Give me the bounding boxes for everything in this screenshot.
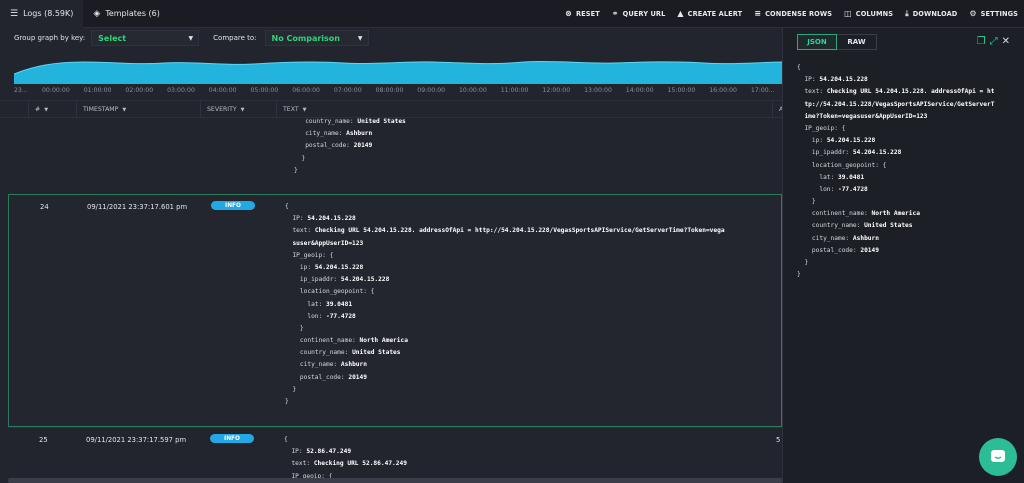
group-by-select[interactable]: Select ▼ xyxy=(91,30,200,46)
time-axis-tick-label: 15:00:00 xyxy=(667,87,696,94)
horizontal-scrollbar[interactable] xyxy=(8,478,782,483)
download-icon: ⤓ xyxy=(905,8,909,18)
time-axis-tick-label: 11:00:00 xyxy=(500,87,529,94)
sort-icon: ▼ xyxy=(122,106,127,113)
gear-icon: ⚙ xyxy=(969,9,977,18)
column-header-text[interactable]: TEXT ▼ xyxy=(276,101,772,118)
chevron-down-icon: ▼ xyxy=(357,34,363,42)
link-icon: ⚭ xyxy=(611,9,619,18)
time-axis-tick-label: 00:00:00 xyxy=(42,87,70,94)
reset-button[interactable]: ⊗ RESET xyxy=(565,9,600,18)
previous-row-tail: country_name: United States city_name: A… xyxy=(294,118,406,174)
sort-icon: ▼ xyxy=(302,106,307,113)
column-header-extra[interactable]: A xyxy=(772,101,783,118)
tab-raw[interactable]: RAW xyxy=(837,34,877,50)
time-axis-tick-label: 16:00:00 xyxy=(709,87,737,94)
time-axis-tick-label: 07:00:00 xyxy=(333,87,362,94)
time-axis-tick-label: 10:00:00 xyxy=(459,87,487,94)
create-alert-button[interactable]: ▲ CREATE ALERT xyxy=(677,9,742,18)
table-header: #▼ TIMESTAMP▼ SEVERITY▼ TEXT▼ A xyxy=(0,100,783,118)
log-table-body: country_name: United States city_name: A… xyxy=(0,118,782,483)
columns-button[interactable]: ◫ COLUMNS xyxy=(844,9,893,18)
bell-icon: ▲ xyxy=(677,9,684,18)
settings-button[interactable]: ⚙ SETTINGS xyxy=(969,9,1018,18)
sort-icon: ▼ xyxy=(240,106,245,113)
row-extra-value: 5 xyxy=(776,436,781,444)
time-axis-tick-label: 06:00:00 xyxy=(292,87,320,94)
time-axis-tick-label: 08:00:00 xyxy=(375,87,404,94)
time-axis-tick-label: 12:00:00 xyxy=(542,87,571,94)
column-header-timestamp[interactable]: TIMESTAMP ▼ xyxy=(76,101,200,118)
chat-button[interactable] xyxy=(979,438,1017,476)
time-axis-tick-label: 17:00... xyxy=(750,87,775,94)
templates-icon: ◈ xyxy=(93,8,101,19)
log-volume-graph[interactable] xyxy=(14,52,782,84)
time-axis: 23... 00:00:00 01:00:00 02:00:00 03:00:00 04:… xyxy=(0,86,782,98)
query-url-button[interactable]: ⚭ QUERY URL xyxy=(612,9,666,18)
reset-icon: ⊗ xyxy=(565,9,572,18)
table-row[interactable]: 25 09/11/2021 23:37:17.597 pm INFO 5 { I… xyxy=(8,427,782,483)
tab-logs[interactable]: ☰ Logs (8.59K) xyxy=(0,0,84,28)
time-axis-tick-label: 23... xyxy=(14,87,28,94)
time-axis-tick-label: 01:00:00 xyxy=(83,87,112,94)
time-axis-tick-label: 03:00:00 xyxy=(167,87,195,94)
columns-icon: ◫ xyxy=(844,9,852,18)
time-axis-tick-label: 02:00:00 xyxy=(125,87,154,94)
chat-icon xyxy=(991,450,1005,462)
expand-icon[interactable]: ⤢ xyxy=(990,36,998,47)
row-number: 25 xyxy=(39,436,48,444)
tab-logs-label: Logs (8.59K) xyxy=(23,9,74,18)
column-header-number[interactable]: # ▼ xyxy=(28,101,76,118)
json-line: postal_code: 20149 xyxy=(305,142,373,150)
severity-badge: INFO xyxy=(211,201,255,210)
time-axis-tick-label: 05:00:00 xyxy=(250,87,279,94)
row-timestamp: 09/11/2021 23:37:17.597 pm xyxy=(86,436,187,444)
json-line: country_name: United States xyxy=(305,118,406,125)
rows-icon: ≡ xyxy=(754,9,762,18)
time-axis-tick-label: 14:00:00 xyxy=(625,87,654,94)
row-text-json: { IP: 52.86.47.249 text: Checking URL 52… xyxy=(284,436,407,480)
sort-icon: ▼ xyxy=(44,106,49,113)
column-header-severity[interactable]: SEVERITY ▼ xyxy=(200,101,276,118)
table-row[interactable]: 24 09/11/2021 23:37:17.601 pm INFO { IP:… xyxy=(8,194,782,427)
top-bar: ☰ Logs (8.59K) ◈ Templates (6) ⊗ RESET ⚭ Q… xyxy=(0,0,1024,28)
tab-json[interactable]: JSON xyxy=(797,34,837,50)
time-axis-tick-label: 09:00:00 xyxy=(417,87,446,94)
detail-json: { IP: 54.204.15.228 text: Checking URL 5… xyxy=(797,64,995,279)
toolbar-actions: ⊗ RESET ⚭ QUERY URL ▲ CREATE ALERT ≡ CONDENS… xyxy=(553,9,1024,19)
detail-panel: JSON RAW ❐ ⤢ ✕ { IP: 54.204.15.228 text:… xyxy=(782,28,1024,483)
severity-badge: INFO xyxy=(210,434,254,443)
graph-filters: Group graph by key: Select ▼ Compare to:… xyxy=(0,28,782,48)
row-timestamp: 09/11/2021 23:37:17.601 pm xyxy=(87,203,188,211)
close-icon[interactable]: ✕ xyxy=(1002,36,1010,47)
group-by-label: Group graph by key: xyxy=(14,34,86,42)
panel-actions: ❐ ⤢ ✕ xyxy=(973,36,1010,47)
chevron-down-icon: ▼ xyxy=(188,34,194,42)
row-text-json: { IP: 54.204.15.228 text: Checking URL 5… xyxy=(285,203,725,405)
condense-rows-button[interactable]: ≡ CONDENSE ROWS xyxy=(754,9,832,18)
time-axis-tick-label: 13:00:00 xyxy=(584,87,612,94)
download-button[interactable]: ⤓ DOWNLOAD xyxy=(905,9,957,19)
detail-tabs: JSON RAW xyxy=(797,34,877,50)
compare-to-select[interactable]: No Comparison ▼ xyxy=(264,30,369,46)
json-line: city_name: Ashburn xyxy=(305,130,373,138)
row-number: 24 xyxy=(40,203,49,211)
time-axis-tick-label: 04:00:00 xyxy=(208,87,237,94)
copy-icon[interactable]: ❐ xyxy=(977,36,986,47)
tab-templates[interactable]: ◈ Templates (6) xyxy=(83,0,169,28)
logs-icon: ☰ xyxy=(10,8,19,19)
tab-templates-label: Templates (6) xyxy=(105,9,160,18)
compare-to-label: Compare to: xyxy=(213,34,257,42)
